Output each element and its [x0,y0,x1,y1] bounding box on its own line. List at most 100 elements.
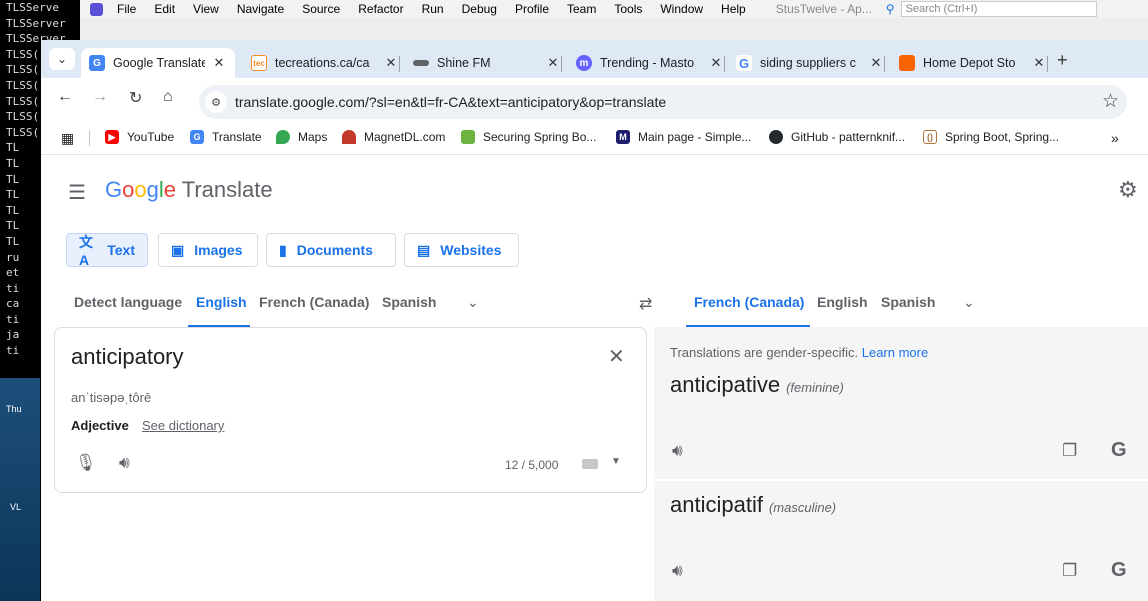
close-icon[interactable]: ✕ [708,55,724,71]
reload-icon[interactable]: ↻ [129,88,142,108]
new-tab-button[interactable]: + [1057,50,1068,71]
apps-grid-icon[interactable]: ▦ [61,130,74,147]
tab-search-button[interactable]: ⌄ [49,48,75,70]
translation-panel: Translations are gender-specific. Learn … [654,327,1148,601]
document-icon: ▮ [279,241,287,258]
clear-text-icon[interactable]: ✕ [608,344,625,369]
menu-tools[interactable]: Tools [614,2,642,16]
menu-refactor[interactable]: Refactor [358,2,403,16]
listen-source-icon[interactable]: 🔊︎ [119,453,130,473]
swap-languages-icon[interactable]: ⇄ [639,294,652,314]
target-lang-spanish[interactable]: Spanish [881,294,935,310]
google-search-icon[interactable]: G [1111,559,1127,582]
close-icon[interactable]: ✕ [383,55,399,71]
bookmark-star-icon[interactable]: ☆ [1102,90,1119,113]
site-info-icon[interactable]: ⚙ [205,91,227,113]
menu-icon[interactable]: ☰ [68,180,86,205]
ide-title: StusTwelve - Ap... [775,2,872,16]
google-translate-icon: G [190,130,204,144]
address-bar[interactable]: ⚙ translate.google.com/?sl=en&tl=fr-CA&t… [199,85,1127,119]
target-lang-english[interactable]: English [817,294,868,310]
menu-file[interactable]: File [117,2,136,16]
learn-more-link[interactable]: Learn more [862,345,928,360]
menu-debug[interactable]: Debug [462,2,497,16]
url-text[interactable]: translate.google.com/?sl=en&tl=fr-CA&tex… [235,94,666,110]
mode-images-button[interactable]: ▣ Images [158,233,258,267]
menu-profile[interactable]: Profile [515,2,549,16]
more-bookmarks-icon[interactable]: » [1111,130,1119,146]
menu-source[interactable]: Source [302,2,340,16]
keyboard-icon[interactable] [582,459,598,469]
see-dictionary-link[interactable]: See dictionary [142,418,224,433]
tab-mastodon[interactable]: m Trending - Masto ✕ [576,48,725,78]
search-icon: ⚲ [885,2,895,16]
mastodon-icon: m [576,55,592,71]
close-icon[interactable]: ✕ [545,55,561,71]
bookmark-youtube[interactable]: ▶ YouTube [105,130,174,144]
bookmarks-bar: ▦ ▶ YouTube G Translate Maps MagnetDL.com … [41,122,1148,155]
settings-gear-icon[interactable]: ⚙ [1118,177,1138,203]
bookmark-translate[interactable]: G Translate [190,130,262,144]
mode-text-button[interactable]: 文A Text [66,233,148,268]
github-icon [769,130,783,144]
menu-window[interactable]: Window [660,2,703,16]
copy-icon[interactable]: ❐ [1062,441,1077,461]
tab-tecreations[interactable]: tec tecreations.ca/ca ✕ [251,48,400,78]
microphone-icon[interactable]: 🎙︎ [75,453,97,473]
mode-documents-button[interactable]: ▮ Documents [266,233,396,267]
close-icon[interactable]: ✕ [1031,55,1047,71]
close-icon[interactable]: ✕ [211,55,227,71]
desktop-strip: Thu VL [0,378,40,601]
desktop-label: Thu [6,404,22,414]
google-translate-logo[interactable]: Google Translate [105,177,273,203]
bookmark-maps[interactable]: Maps [276,130,327,144]
tab-home-depot[interactable]: Home Depot Sto ✕ [899,48,1048,78]
source-lang-spanish[interactable]: Spanish [382,294,436,310]
source-lang-more-icon[interactable]: ⌄ [467,294,479,311]
bookmark-spring-boot[interactable]: () Spring Boot, Spring... [923,130,1059,144]
ide-menubar: File Edit View Navigate Source Refactor … [80,0,1148,19]
source-lang-french-canada[interactable]: French (Canada) [259,294,369,310]
copy-icon[interactable]: ❐ [1062,561,1077,581]
forward-icon[interactable]: → [92,88,108,106]
bookmark-main-page[interactable]: M Main page - Simple... [616,130,751,144]
target-lang-more-icon[interactable]: ⌄ [963,294,975,311]
bookmark-magnetdl[interactable]: MagnetDL.com [342,130,445,144]
tab-strip: ⌄ G Google Translate ✕ tec tecreations.c… [41,40,1148,78]
menu-help[interactable]: Help [721,2,746,16]
source-text-panel: anticipatory ✕ anˈtisəpəˌtôrē Adjective … [54,327,647,493]
menu-team[interactable]: Team [567,2,596,16]
tec-icon: tec [251,55,267,71]
source-lang-detect[interactable]: Detect language [74,294,182,310]
mode-websites-button[interactable]: ▤ Websites [404,233,519,267]
target-lang-french-canada[interactable]: French (Canada) [694,294,804,310]
wikipedia-icon: M [616,130,630,144]
menu-navigate[interactable]: Navigate [237,2,284,16]
google-search-icon[interactable]: G [1111,439,1127,462]
input-tools-dropdown-icon[interactable]: ▼ [611,456,621,467]
tab-shine-fm[interactable]: Shine FM ✕ [413,48,562,78]
source-text-input[interactable]: anticipatory [71,344,184,370]
magnet-icon [342,130,356,144]
ide-search-input[interactable]: Search (Ctrl+I) [900,1,1097,17]
menu-run[interactable]: Run [422,2,444,16]
source-lang-english[interactable]: English [196,294,247,310]
tab-siding-suppliers[interactable]: G siding suppliers c ✕ [736,48,885,78]
google-logo: Google [105,177,177,202]
bookmark-icon: () [923,130,937,144]
listen-translation-icon[interactable]: 🔊︎ [672,561,683,581]
tab-google-translate[interactable]: G Google Translate ✕ [81,48,235,78]
bookmark-securing-spring[interactable]: Securing Spring Bo... [461,130,596,144]
website-icon: ▤ [417,241,431,258]
close-icon[interactable]: ✕ [868,55,884,71]
bookmark-github[interactable]: GitHub - patternknif... [769,130,905,144]
menu-view[interactable]: View [193,2,219,16]
listen-translation-icon[interactable]: 🔊︎ [672,441,683,461]
menu-edit[interactable]: Edit [154,2,175,16]
home-icon[interactable]: ⌂ [163,88,173,106]
browser-window: ⌄ G Google Translate ✕ tec tecreations.c… [41,40,1148,601]
back-icon[interactable]: ← [57,88,73,106]
translation-divider [654,479,1148,481]
translate-text-icon: 文A [79,234,93,268]
home-depot-icon [899,55,915,71]
